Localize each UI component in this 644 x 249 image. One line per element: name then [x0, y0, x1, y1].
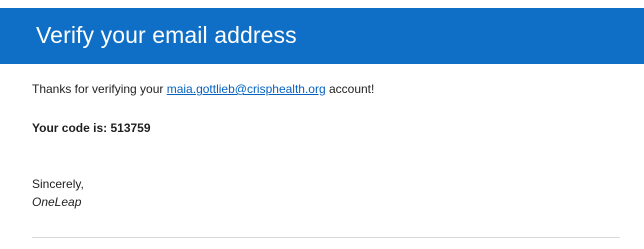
sender-signature: OneLeap [32, 195, 82, 209]
closing-text: Sincerely, [32, 177, 84, 191]
intro-text: Thanks for verifying your maia.gottlieb@… [32, 81, 374, 97]
email-header-title: Verify your email address [36, 22, 297, 48]
email-body: Thanks for verifying your maia.gottlieb@… [0, 64, 644, 249]
footer-divider [32, 237, 620, 238]
verification-code-line: Your code is: 513759 [32, 120, 151, 136]
intro-suffix: account! [325, 82, 375, 96]
code-label: Your code is: [32, 121, 111, 135]
email-message: Verify your email address Thanks for ver… [0, 0, 644, 249]
email-address-link[interactable]: maia.gottlieb@crisphealth.org [167, 82, 326, 96]
intro-prefix: Thanks for verifying your [32, 82, 167, 96]
verification-code: 513759 [110, 121, 151, 135]
email-header-banner: Verify your email address [0, 8, 644, 64]
